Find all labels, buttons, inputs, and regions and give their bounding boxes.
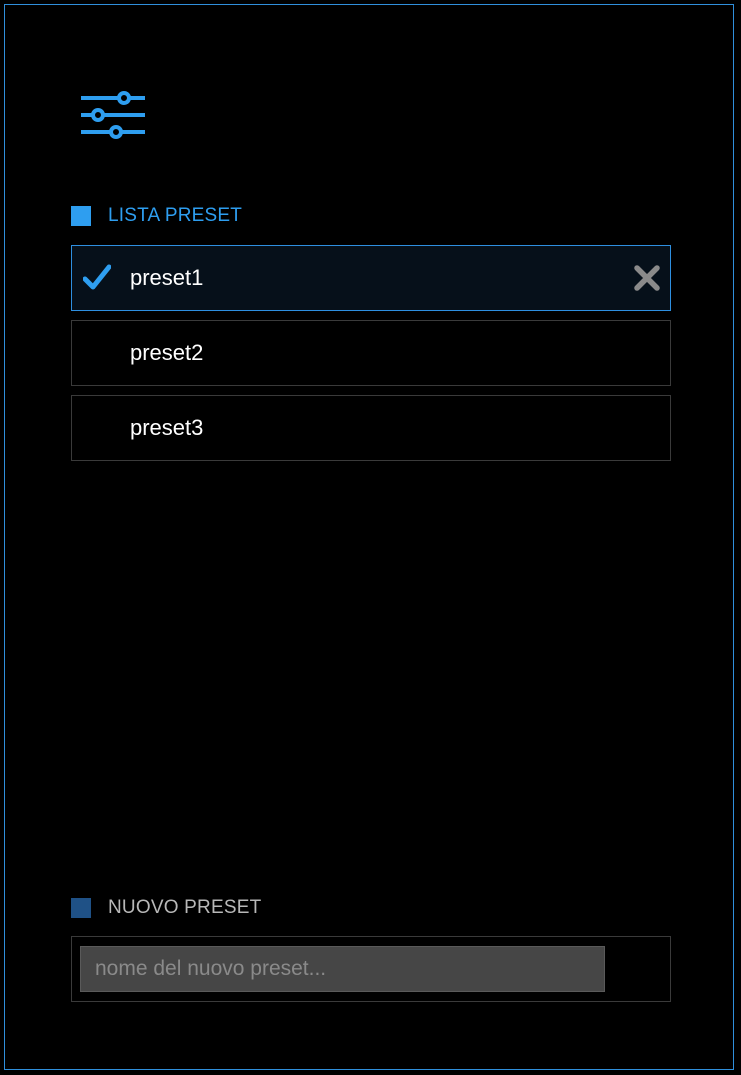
preset-list-title: LISTA PRESET xyxy=(108,205,243,226)
section-marker xyxy=(71,206,91,226)
section-marker xyxy=(71,898,91,918)
preset-item-preset2[interactable]: preset2 xyxy=(71,320,671,386)
preset-label: preset1 xyxy=(130,265,204,290)
new-preset-name-input[interactable] xyxy=(80,946,605,992)
preset-item-preset1[interactable]: preset1 xyxy=(71,245,671,311)
new-preset-header: NUOVO PRESET xyxy=(71,897,261,919)
new-preset-container xyxy=(71,936,671,1002)
preset-list-header: LISTA PRESET xyxy=(71,205,242,227)
preset-item-preset3[interactable]: preset3 xyxy=(71,395,671,461)
new-preset-title: NUOVO PRESET xyxy=(108,897,262,918)
preset-label: preset3 xyxy=(130,415,204,440)
sliders-icon[interactable] xyxy=(81,88,147,140)
preset-panel: LISTA PRESET preset1 preset2 preset3 NUO… xyxy=(4,4,734,1070)
preset-label: preset2 xyxy=(130,340,204,365)
checkmark-icon xyxy=(83,264,111,290)
close-x-icon[interactable] xyxy=(634,265,660,291)
